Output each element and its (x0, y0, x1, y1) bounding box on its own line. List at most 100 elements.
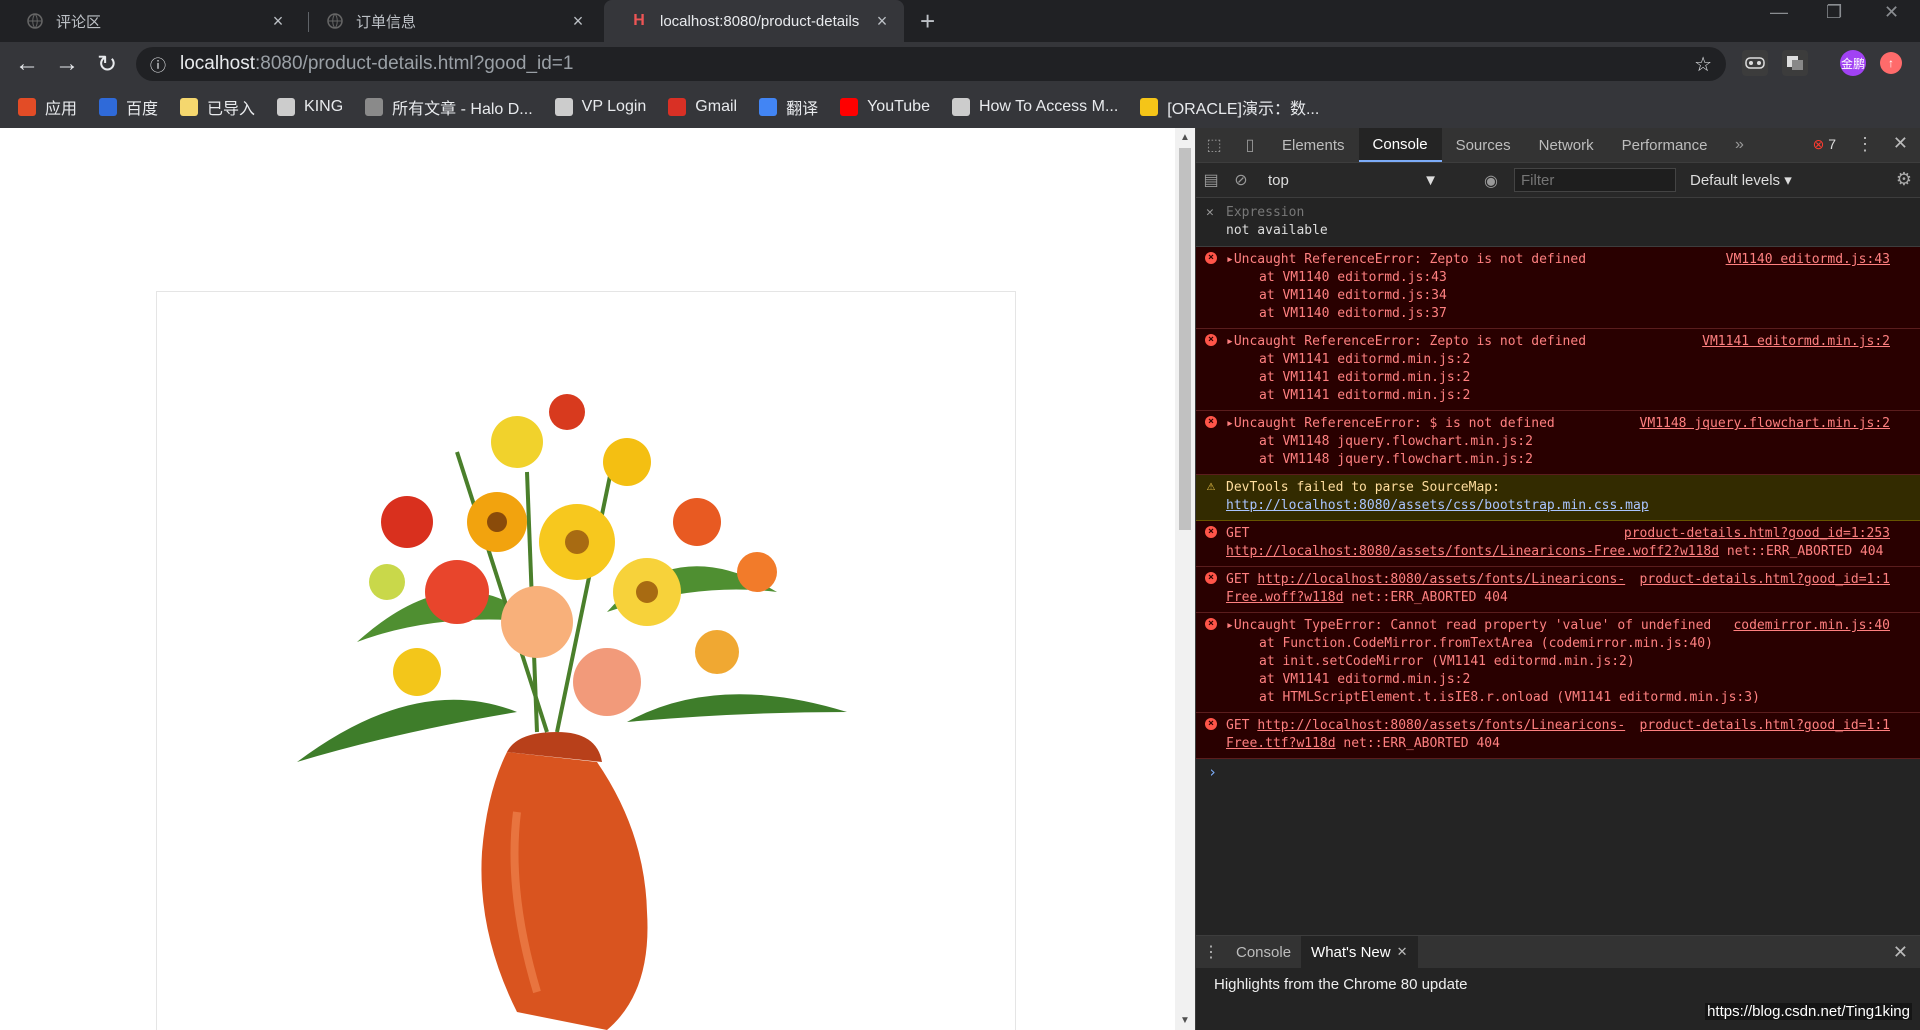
source-link[interactable]: VM1140 editormd.js:43 (1726, 251, 1890, 269)
stack-frame[interactable]: at VM1140 editormd.js:43 (1226, 269, 1890, 287)
message-body[interactable]: ▸Uncaught ReferenceError: Zepto is not d… (1226, 334, 1586, 349)
bookmark-label: 已导入 (207, 101, 256, 118)
resource-link[interactable]: http://localhost:8080/assets/fonts/Linea… (1226, 544, 1719, 559)
address-bar[interactable]: ⓘ localhost:8080/product-details.html?go… (136, 47, 1726, 81)
log-levels-dropdown[interactable]: Default levels ▾ (1690, 171, 1792, 189)
devtools-menu-icon[interactable]: ⋮ (1856, 134, 1874, 155)
tab-title: 订单信息 (356, 13, 417, 31)
bookmark-item[interactable]: [ORACLE]演示：数... (1140, 95, 1319, 119)
stack-frame[interactable]: at VM1140 editormd.js:37 (1226, 305, 1890, 323)
bookmark-item[interactable]: 所有文章 - Halo D... (365, 95, 533, 119)
http-method: GET (1226, 572, 1258, 587)
error-count-badge[interactable]: ⊗ 7 (1813, 136, 1836, 153)
scroll-up-arrow-icon[interactable]: ▲ (1180, 132, 1190, 143)
bookmark-item[interactable]: KING (277, 98, 343, 116)
bookmark-item[interactable]: Gmail (668, 98, 737, 116)
drawer-tab-label: What's New (1311, 943, 1391, 961)
drawer-tab-console[interactable]: Console (1226, 936, 1301, 968)
scroll-down-arrow-icon[interactable]: ▼ (1180, 1015, 1190, 1026)
close-icon[interactable]: × (270, 11, 286, 32)
error-icon: × (1205, 334, 1217, 346)
tab-console[interactable]: Console (1358, 128, 1442, 162)
tab-performance[interactable]: Performance (1608, 128, 1722, 162)
avatar[interactable]: 金鹏 (1840, 50, 1866, 76)
scroll-thumb[interactable] (1179, 148, 1191, 530)
console-warning: ⚠ DevTools failed to parse SourceMap: htt… (1196, 475, 1920, 521)
devtools-close-icon[interactable]: ✕ (1893, 133, 1908, 154)
back-arrow-icon[interactable]: ← (13, 50, 41, 78)
page-scrollbar[interactable]: ▲ ▼ (1175, 128, 1195, 1030)
minimize-icon[interactable]: — (1770, 2, 1788, 23)
gear-icon[interactable]: ⚙ (1896, 169, 1912, 190)
message-body[interactable]: ▸Uncaught ReferenceError: $ is not defin… (1226, 416, 1555, 431)
bookmark-item[interactable]: YouTube (840, 98, 930, 116)
console-error: × VM1140 editormd.js:43 ▸Uncaught Referenc… (1196, 247, 1920, 329)
stack-frame[interactable]: at VM1148 jquery.flowchart.min.js:2 (1226, 433, 1890, 451)
drawer-menu-icon[interactable]: ⋮ (1196, 942, 1226, 962)
bookmark-item[interactable]: 百度 (99, 95, 158, 119)
source-link[interactable]: product-details.html?good_id=1:253 (1624, 525, 1890, 543)
source-link[interactable]: codemirror.min.js:40 (1733, 617, 1890, 635)
globe-icon (277, 98, 296, 116)
message-body[interactable]: ▸Uncaught ReferenceError: Zepto is not d… (1226, 252, 1586, 267)
stack-frame[interactable]: at VM1141 editormd.min.js:2 (1226, 387, 1890, 405)
message-body[interactable]: ▸Uncaught TypeError: Cannot read propert… (1226, 618, 1711, 633)
message-body: DevTools failed to parse SourceMap: (1226, 480, 1500, 495)
drawer-tab-whats-new[interactable]: What's New ✕ (1301, 936, 1418, 968)
stack-frame[interactable]: at VM1140 editormd.js:34 (1226, 287, 1890, 305)
stack-frame[interactable]: at Function.CodeMirror.fromTextArea (cod… (1226, 635, 1890, 653)
new-tab-button[interactable]: + (920, 6, 935, 37)
stack-frame[interactable]: at init.setCodeMirror (VM1141 editormd.m… (1226, 653, 1890, 671)
info-icon[interactable]: ⓘ (150, 52, 170, 76)
more-tabs-icon[interactable]: » (1722, 136, 1758, 154)
restore-icon[interactable]: ❐ (1826, 2, 1842, 23)
close-icon[interactable]: × (874, 11, 890, 32)
close-icon[interactable]: × (570, 11, 586, 32)
console-prompt[interactable]: › (1196, 759, 1920, 781)
stack-frame[interactable]: at VM1141 editormd.min.js:2 (1226, 369, 1890, 387)
tab-comments[interactable]: 评论区 × (0, 0, 300, 42)
source-link[interactable]: VM1141 editormd.min.js:2 (1702, 333, 1890, 351)
tab-network[interactable]: Network (1525, 128, 1608, 162)
bookmark-item[interactable]: 应用 (18, 95, 77, 119)
filter-input[interactable] (1514, 168, 1676, 192)
extension-translate-icon[interactable] (1782, 50, 1808, 76)
stack-frame[interactable]: at VM1148 jquery.flowchart.min.js:2 (1226, 451, 1890, 469)
device-toolbar-icon[interactable]: ▯ (1232, 135, 1268, 155)
tab-elements[interactable]: Elements (1268, 128, 1359, 162)
stack-frame[interactable]: at HTMLScriptElement.t.isIE8.r.onload (V… (1226, 689, 1890, 707)
live-expression-eye-icon[interactable]: ◉ (1476, 171, 1506, 191)
sidebar-toggle-icon[interactable]: ▤ (1196, 170, 1226, 190)
tab-order-info[interactable]: 订单信息 × (300, 0, 600, 42)
update-arrow-icon[interactable]: ↑ (1880, 52, 1902, 74)
source-link[interactable]: product-details.html?good_id=1:1 (1640, 717, 1890, 735)
extension-mask-icon[interactable] (1742, 50, 1768, 76)
tab-sources[interactable]: Sources (1442, 128, 1525, 162)
inspect-element-icon[interactable]: ⬚ (1196, 135, 1232, 155)
gmail-icon (668, 98, 687, 116)
reload-icon[interactable]: ↻ (93, 50, 121, 79)
chevron-down-icon: ▼ (1423, 171, 1438, 189)
stack-frame[interactable]: at VM1141 editormd.min.js:2 (1226, 671, 1890, 689)
clear-console-icon[interactable]: ⊘ (1226, 170, 1256, 190)
bookmark-label: How To Access M... (978, 98, 1119, 115)
source-link[interactable]: VM1148 jquery.flowchart.min.js:2 (1640, 415, 1890, 433)
bookmark-item[interactable]: 已导入 (180, 95, 255, 119)
bookmark-item[interactable]: How To Access M... (951, 98, 1119, 116)
bookmark-item[interactable]: VP Login (554, 98, 646, 116)
expression-label[interactable]: Expression (1226, 204, 1920, 222)
close-icon[interactable]: ✕ (1397, 944, 1408, 960)
stack-frame[interactable]: at VM1141 editormd.min.js:2 (1226, 351, 1890, 369)
bookmark-item[interactable]: 翻译 (759, 95, 818, 119)
bookmark-star-icon[interactable]: ☆ (1694, 52, 1712, 77)
resource-link[interactable]: http://localhost:8080/assets/css/bootstr… (1226, 498, 1649, 513)
source-link[interactable]: product-details.html?good_id=1:1 (1640, 571, 1890, 589)
error-icon: × (1205, 718, 1217, 730)
tab-product-details[interactable]: H localhost:8080/product-details × (604, 0, 904, 42)
forward-arrow-icon[interactable]: → (53, 50, 81, 78)
window-close-icon[interactable]: ✕ (1884, 2, 1899, 23)
context-select[interactable]: top ▼ (1268, 172, 1446, 189)
console-error: × codemirror.min.js:40 ▸Uncaught TypeError… (1196, 613, 1920, 713)
drawer-close-icon[interactable]: ✕ (1893, 942, 1908, 963)
close-icon[interactable]: ✕ (1206, 204, 1214, 222)
